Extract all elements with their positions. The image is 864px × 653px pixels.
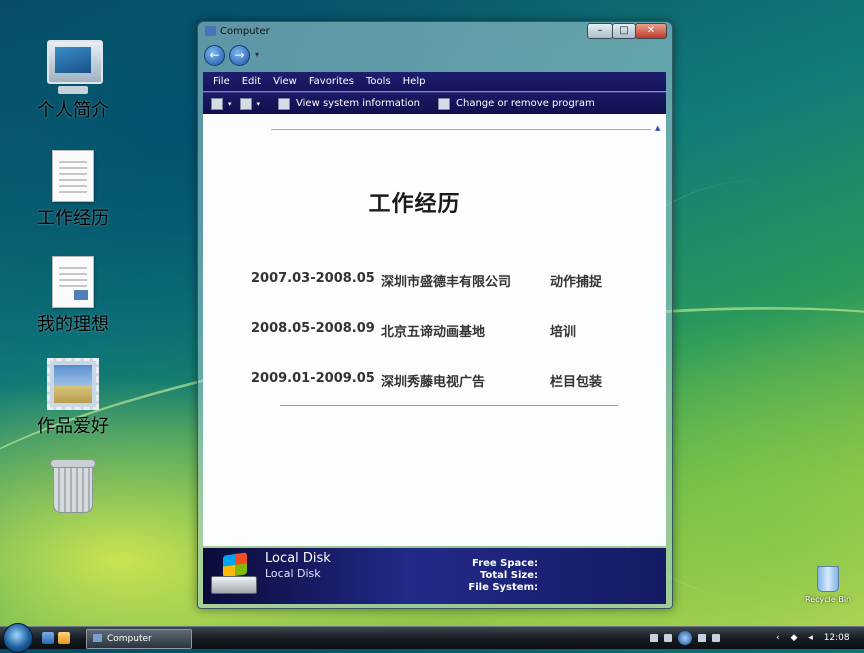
menu-edit[interactable]: Edit <box>242 76 261 87</box>
command-bar: ▾ ▾ View system information Change or re… <box>203 92 666 114</box>
document-icon <box>52 150 94 202</box>
network-icon[interactable]: ◆ <box>790 633 797 643</box>
disk-name: Local Disk <box>265 551 331 566</box>
switch-windows-icon[interactable] <box>58 632 70 644</box>
company: 深圳市盛德丰有限公司 <box>381 275 512 290</box>
system-tray: ‹ ◆ ◂ 12:08 <box>776 627 858 649</box>
total-size-label: Total Size: <box>479 570 538 581</box>
back-button[interactable]: ← <box>204 45 225 66</box>
taskbar-button-label: Computer <box>107 634 152 644</box>
play-pause-icon[interactable] <box>678 631 692 645</box>
desktop-icon-profile[interactable]: 个人简介 <box>28 40 118 122</box>
views-icon <box>211 97 223 110</box>
change-remove-program-button[interactable]: Change or remove program <box>438 97 595 110</box>
trash-icon <box>50 459 96 513</box>
tray-expand-chevron[interactable]: ‹ <box>776 633 780 643</box>
details-pane: Local Disk Local Disk Free Space: Total … <box>203 548 666 604</box>
desktop-icon-works-hobbies[interactable]: 作品爱好 <box>28 358 118 438</box>
programs-icon <box>438 97 450 110</box>
computer-icon <box>93 634 102 642</box>
disk-properties: Free Space: Total Size: File System: <box>468 558 538 594</box>
divider-top <box>271 129 651 130</box>
desktop-icon-trash[interactable] <box>28 459 118 513</box>
clock[interactable]: 12:08 <box>824 633 850 643</box>
menu-bar: File Edit View Favorites Tools Help <box>203 72 666 91</box>
explorer-window: Computer – □ ✕ ← → ▾ File Edit View Favo… <box>197 21 673 609</box>
maximize-button[interactable]: □ <box>612 23 636 39</box>
taskbar-button-computer[interactable]: Computer <box>86 629 192 649</box>
previous-icon[interactable] <box>664 634 672 642</box>
layout-dropdown-arrow: ▾ <box>256 99 261 108</box>
system-info-icon <box>278 97 291 110</box>
desktop-icon-work-history[interactable]: 工作经历 <box>28 150 118 230</box>
period: 2007.03-2008.05 <box>251 271 375 286</box>
view-system-information-button[interactable]: View system information <box>278 97 420 110</box>
volume-icon[interactable] <box>712 634 720 642</box>
role: 培训 <box>550 325 577 340</box>
layout-icon <box>239 97 252 110</box>
menu-tools[interactable]: Tools <box>366 76 391 87</box>
disk-type: Local Disk <box>265 567 321 580</box>
window-title: Computer <box>220 26 270 37</box>
collapse-arrow-icon[interactable]: ▲ <box>655 124 660 132</box>
speaker-icon[interactable]: ◂ <box>808 633 813 643</box>
picture-frame-icon <box>47 358 99 410</box>
taskbar: Computer ‹ ◆ ◂ 12:08 <box>0 623 864 653</box>
computer-icon <box>47 40 103 94</box>
content-pane: ▲ 工作经历 2007.03-2008.05 深圳市盛德丰有限公司 动作捕捉 2… <box>203 114 666 546</box>
view-system-information-label: View system information <box>296 98 420 109</box>
page-title: 工作经历 <box>368 192 461 217</box>
close-button[interactable]: ✕ <box>635 23 667 39</box>
computer-icon <box>205 26 216 36</box>
free-space-label: Free Space: <box>472 558 538 569</box>
recycle-bin-label: Recycle Bin <box>805 595 852 604</box>
period: 2009.01-2009.05 <box>251 371 375 386</box>
document-image-icon <box>52 256 94 308</box>
start-button[interactable] <box>3 623 33 653</box>
desktop-icon-recycle-bin[interactable]: Recycle Bin <box>805 566 851 604</box>
next-icon[interactable] <box>698 634 706 642</box>
recycle-bin-icon <box>817 566 839 592</box>
views-dropdown-arrow: ▾ <box>228 99 232 108</box>
media-player-toolbar <box>650 630 762 646</box>
company: 北京五谛动画基地 <box>381 325 486 340</box>
menu-view[interactable]: View <box>273 76 297 87</box>
role: 栏目包装 <box>550 375 603 390</box>
divider-bottom <box>280 405 618 406</box>
forward-button[interactable]: → <box>229 45 250 66</box>
desktop-icon-label: 工作经历 <box>37 208 109 229</box>
stop-icon[interactable] <box>650 634 658 642</box>
menu-favorites[interactable]: Favorites <box>309 76 354 87</box>
menu-help[interactable]: Help <box>403 76 426 87</box>
menu-file[interactable]: File <box>213 76 230 87</box>
show-desktop-icon[interactable] <box>42 632 54 644</box>
layout-button[interactable]: ▾ <box>239 97 261 110</box>
desktop-icon-label: 作品爱好 <box>37 416 109 437</box>
role: 动作捕捉 <box>550 275 603 290</box>
change-remove-program-label: Change or remove program <box>456 98 595 109</box>
desktop-icon-label: 我的理想 <box>37 314 109 335</box>
period: 2008.05-2008.09 <box>251 321 375 336</box>
desktop-icon-label: 个人简介 <box>37 100 109 121</box>
recent-pages-dropdown[interactable]: ▾ <box>255 50 259 59</box>
file-system-label: File System: <box>468 582 538 593</box>
company: 深圳秀藤电视广告 <box>381 375 486 390</box>
views-button[interactable]: ▾ <box>211 97 232 110</box>
local-disk-icon <box>209 552 257 596</box>
minimize-button[interactable]: – <box>587 23 613 39</box>
desktop-icon-my-ideal[interactable]: 我的理想 <box>28 256 118 336</box>
